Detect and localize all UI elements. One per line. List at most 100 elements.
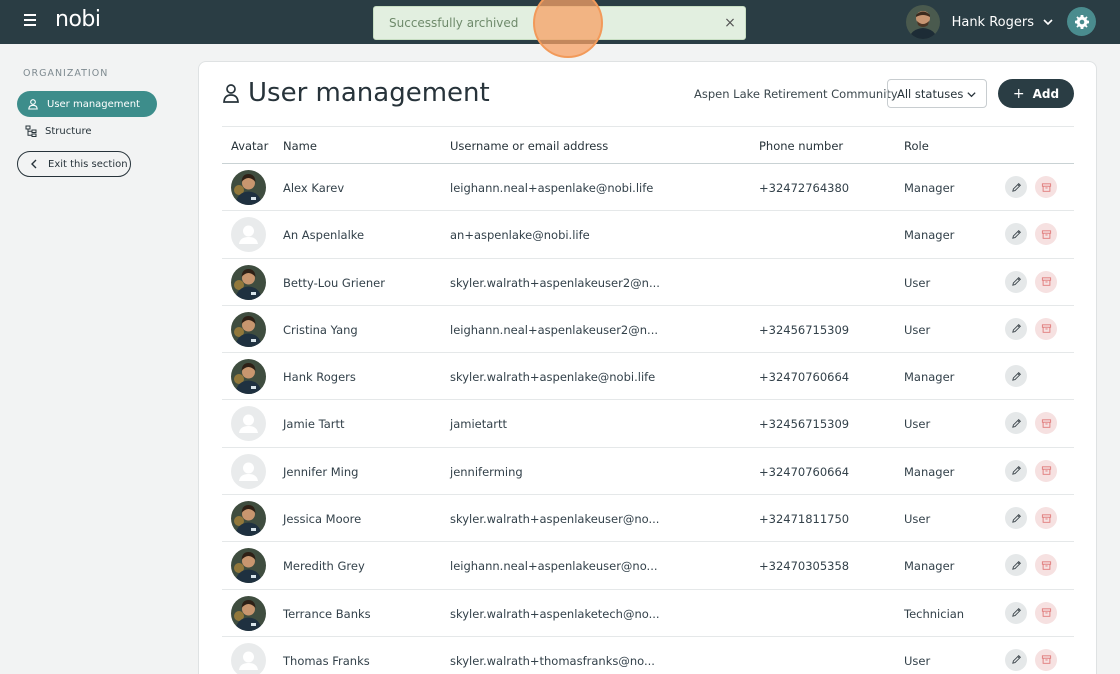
user-management-card: User management Aspen Lake Retirement Co… — [198, 61, 1097, 674]
user-phone: +32472764380 — [759, 181, 850, 195]
pencil-icon — [1011, 229, 1021, 239]
user-name: Betty-Lou Griener — [283, 275, 385, 290]
exit-section-button[interactable]: Exit this section — [17, 151, 131, 177]
user-email: leighann.neal+aspenlakeuser@no... — [450, 559, 658, 574]
edit-user-button[interactable] — [1005, 270, 1027, 293]
archive-user-button[interactable] — [1035, 601, 1057, 624]
archive-user-button[interactable] — [1035, 554, 1057, 577]
table-row: Cristina Yang leighann.neal+aspenlakeuser… — [222, 306, 1074, 354]
sidebar-item-user-management[interactable]: User management — [17, 91, 157, 117]
pencil-icon — [1011, 466, 1021, 476]
user-phone: +32456715309 — [759, 322, 850, 337]
archive-user-button[interactable] — [1035, 223, 1057, 246]
user-menu[interactable]: Hank Rogers — [905, 5, 1054, 39]
archive-user-button[interactable] — [1035, 648, 1057, 671]
archive-icon — [1041, 324, 1051, 334]
avatar — [231, 548, 266, 584]
pencil-icon — [1011, 513, 1021, 523]
user-name: Jennifer Ming — [283, 464, 359, 479]
archive-icon — [1041, 277, 1051, 286]
pencil-icon — [1011, 608, 1021, 617]
column-header-phone: Phone number — [759, 139, 844, 153]
user-name: An Aspenlalke — [283, 228, 365, 243]
user-email: an+aspenlake@nobi.life — [450, 228, 590, 243]
user-email: skyler.walrath+aspenlakeuser2@n... — [450, 275, 660, 290]
archive-icon — [1041, 466, 1051, 476]
status-filter-select[interactable]: All statuses — [887, 79, 987, 108]
column-header-email: Username or email address — [450, 139, 609, 153]
user-email: leighann.neal+aspenlake@nobi.life — [450, 181, 654, 195]
user-role: User — [904, 322, 931, 337]
edit-user-button[interactable] — [1005, 601, 1027, 624]
archive-user-button[interactable] — [1035, 507, 1057, 530]
user-role: User — [904, 275, 931, 290]
user-role: Manager — [904, 370, 955, 385]
avatar — [231, 359, 266, 395]
sidebar-item-structure[interactable]: Structure — [17, 118, 157, 144]
user-phone: +32471811750 — [759, 512, 850, 527]
user-email: leighann.neal+aspenlakeuser2@n... — [450, 322, 658, 337]
edit-user-button[interactable] — [1005, 412, 1027, 435]
menu-icon[interactable] — [24, 14, 38, 28]
edit-user-button[interactable] — [1005, 648, 1027, 671]
page-header: User management — [222, 78, 490, 108]
sidebar-item-label: User management — [47, 98, 140, 110]
status-filter-value: All statuses — [897, 86, 964, 101]
archive-user-button[interactable] — [1035, 176, 1057, 198]
edit-user-button[interactable] — [1005, 459, 1027, 482]
user-role: Manager — [904, 464, 955, 479]
edit-user-button[interactable] — [1005, 365, 1027, 388]
user-name: Terrance Banks — [283, 606, 371, 621]
table-row: Alex Karev leighann.neal+aspenlake@nobi.l… — [222, 164, 1074, 212]
user-role: Manager — [904, 228, 955, 243]
sidebar-item-label: Structure — [45, 125, 92, 137]
archive-user-button[interactable] — [1035, 459, 1057, 482]
chevron-down-icon — [1043, 19, 1053, 26]
user-email: skyler.walrath+aspenlaketech@no... — [450, 606, 660, 621]
user-name: Hank Rogers — [283, 370, 356, 385]
column-header-name: Name — [283, 139, 317, 153]
archive-icon — [1041, 182, 1051, 192]
toast-message: Successfully archived — [389, 16, 519, 30]
close-icon[interactable]: × — [723, 16, 737, 30]
app-logo[interactable]: nobi — [55, 7, 101, 32]
user-role: Manager — [904, 559, 955, 574]
archive-icon — [1041, 230, 1051, 239]
edit-user-button[interactable] — [1005, 223, 1027, 246]
edit-user-button[interactable] — [1005, 507, 1027, 530]
edit-user-button[interactable] — [1005, 176, 1027, 198]
pencil-icon — [1011, 277, 1021, 286]
settings-button[interactable] — [1067, 7, 1096, 36]
add-user-label: Add — [1032, 86, 1060, 101]
pencil-icon — [1011, 418, 1021, 428]
sidebar-section-label: ORGANIZATION — [23, 68, 109, 79]
user-phone: +32470760664 — [759, 370, 850, 385]
archive-user-button[interactable] — [1035, 270, 1057, 293]
edit-user-button[interactable] — [1005, 317, 1027, 340]
user-email: jenniferming — [450, 464, 523, 479]
edit-user-button[interactable] — [1005, 554, 1027, 577]
user-table-body: Alex Karev leighann.neal+aspenlake@nobi.l… — [222, 164, 1074, 674]
table-header: Avatar Name Username or email address Ph… — [222, 126, 1074, 164]
user-role: Manager — [904, 181, 955, 195]
archive-user-button[interactable] — [1035, 317, 1057, 340]
table-row: Jessica Moore skyler.walrath+aspenlakeuse… — [222, 495, 1074, 543]
table-row: An Aspenlalke an+aspenlake@nobi.life Manag… — [222, 211, 1074, 259]
archive-icon — [1041, 655, 1051, 665]
table-row: Betty-Lou Griener skyler.walrath+aspenlak… — [222, 259, 1074, 306]
add-user-button[interactable]: + Add — [998, 79, 1074, 108]
user-role: Technician — [904, 606, 965, 621]
avatar — [231, 264, 266, 300]
user-role: User — [904, 417, 931, 432]
archive-icon — [1041, 608, 1051, 617]
pencil-icon — [1011, 324, 1021, 334]
user-name: Thomas Franks — [283, 653, 370, 668]
archive-icon — [1041, 419, 1051, 428]
pencil-icon — [1011, 560, 1021, 570]
avatar — [231, 311, 266, 347]
archive-user-button[interactable] — [1035, 412, 1057, 435]
avatar — [231, 595, 266, 631]
facility-name: Aspen Lake Retirement Community — [694, 87, 898, 101]
user-email: skyler.walrath+aspenlake@nobi.life — [450, 370, 656, 385]
user-name: Meredith Grey — [283, 559, 365, 574]
